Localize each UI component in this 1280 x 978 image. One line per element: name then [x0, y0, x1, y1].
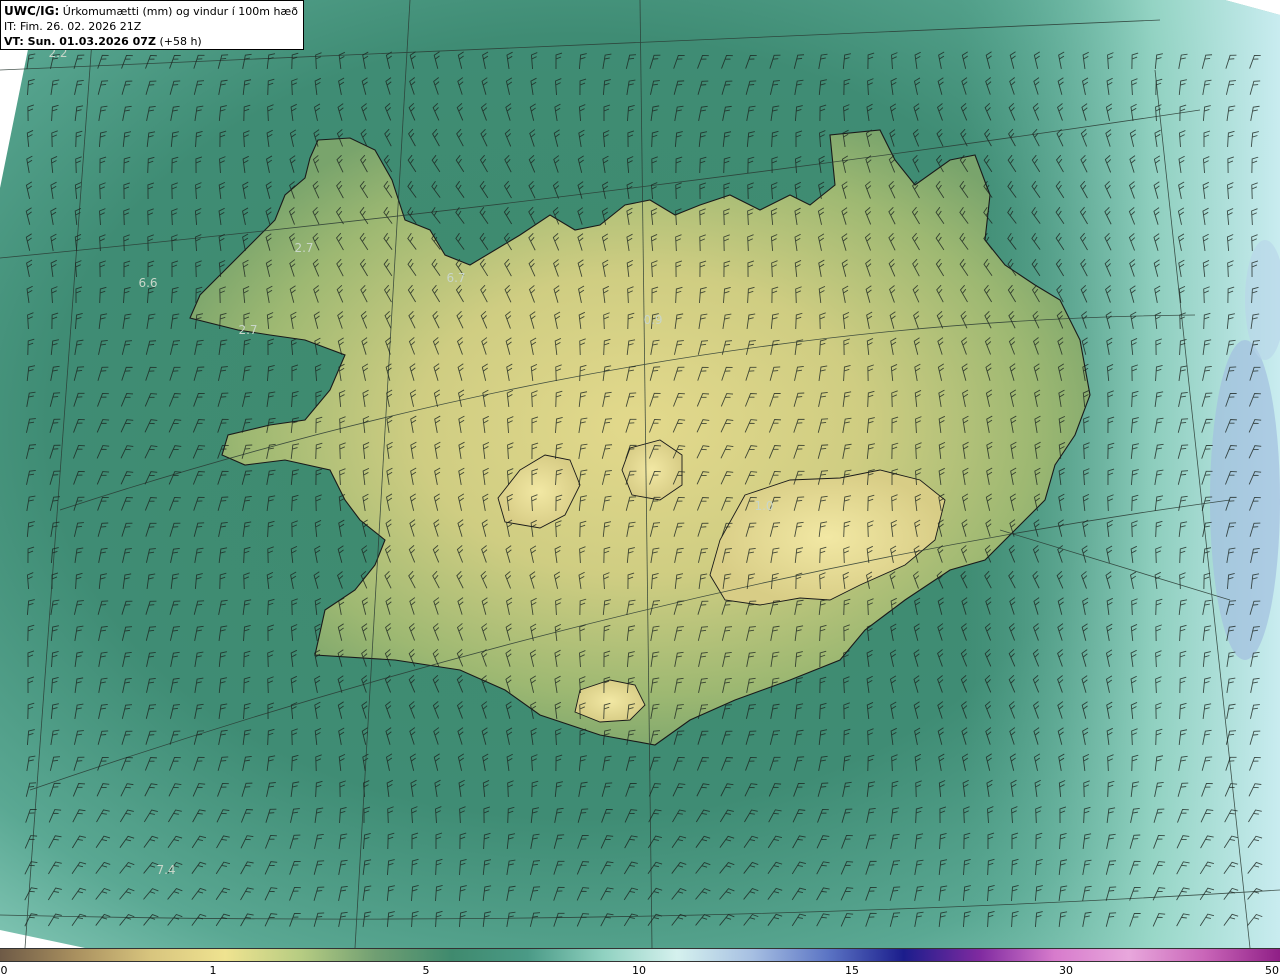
colorbar-tick-label: 0 [0, 964, 8, 977]
colorbar-tick-label: 5 [422, 964, 430, 977]
map-value-label: 7.4 [156, 863, 176, 877]
map-value-label: 2.7 [294, 241, 314, 255]
map-value-label: 0.9 [643, 313, 663, 327]
title-box: UWC/IG: Úrkomumætti (mm) og vindur í 100… [0, 0, 304, 50]
map-value-label: 2.7 [238, 323, 258, 337]
colorbar-tick-label: 1 [209, 964, 217, 977]
colorbar-tick-label: 15 [845, 964, 859, 977]
colorbar-tick-label: 50 [1265, 964, 1279, 977]
southeast-blue-patch [1210, 340, 1280, 660]
map-value-label: 6.6 [138, 276, 158, 290]
forecast-map [0, 0, 1280, 948]
map-panel: 2.2 6.6 2.7 2.7 6.7 0.9 1.0 7.4 UWC/IG: Úrkomum… [0, 0, 1280, 948]
init-time: IT: Fim. 26. 02. 2026 21Z [4, 20, 142, 33]
field-description: Úrkomumætti (mm) og vindur í 100m hæð [62, 5, 298, 18]
colorbar-legend: 0 1 5 10 15 30 50 [0, 948, 1280, 978]
valid-time: VT: Sun. 01.03.2026 07Z [4, 35, 156, 48]
colorbar-tick-label: 30 [1059, 964, 1073, 977]
colorbar-tick-label: 10 [632, 964, 646, 977]
model-name: UWC/IG: [4, 4, 60, 18]
map-value-label: 1.0 [754, 499, 774, 513]
lead-time: (+58 h) [159, 35, 202, 48]
colorbar [0, 948, 1280, 962]
map-value-label: 6.7 [446, 271, 466, 285]
